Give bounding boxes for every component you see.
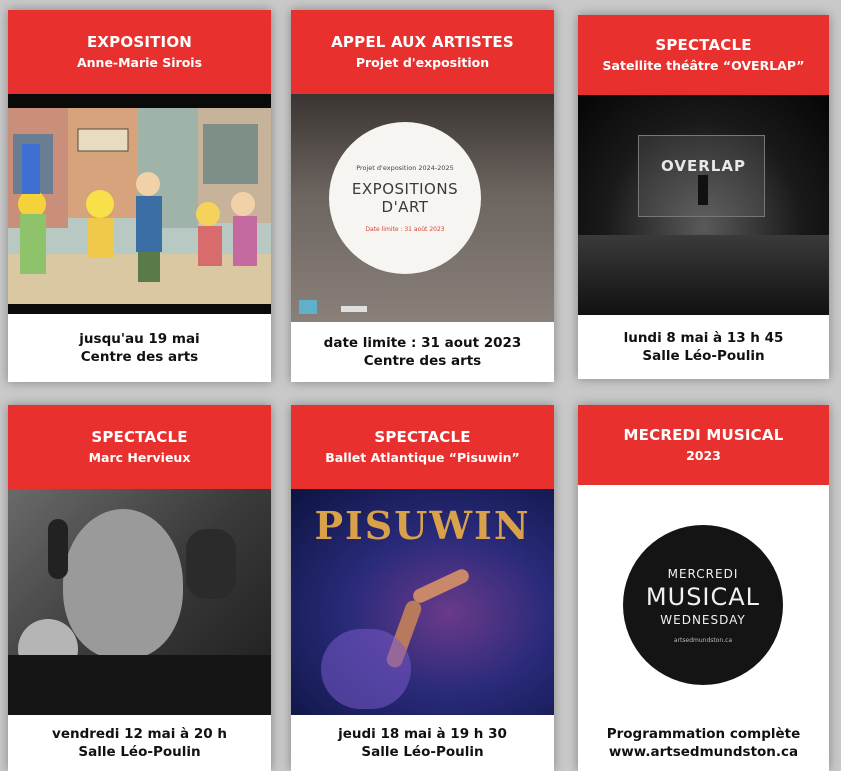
circle-date-text: Date limite : 31 août 2023 — [365, 225, 445, 233]
card-footer: Programmation complète www.artsedmundsto… — [578, 715, 829, 771]
event-card-marc-hervieux[interactable]: SPECTACLE Marc Hervieux vendredi 12 mai … — [8, 405, 271, 771]
event-date: lundi 8 mai à 13 h 45 — [623, 329, 784, 346]
card-subtitle: Anne-Marie Sirois — [76, 54, 203, 70]
card-subtitle: Marc Hervieux — [88, 449, 191, 465]
program-label: Programmation complète — [606, 725, 801, 742]
logo-line-musical: MUSICAL — [645, 582, 761, 611]
microphone-icon — [186, 529, 236, 599]
logo-line-url: artsedmundston.ca — [673, 636, 733, 644]
comic-illustration — [8, 94, 271, 314]
card-header: SPECTACLE Ballet Atlantique “Pisuwin” — [291, 405, 554, 489]
card-subtitle: Projet d'exposition — [355, 54, 490, 70]
event-date: vendredi 12 mai à 20 h — [52, 725, 227, 742]
card-title: MECREDI MUSICAL — [623, 426, 784, 445]
partner-logo-icon — [299, 300, 317, 314]
card-title: SPECTACLE — [374, 428, 471, 447]
event-venue: Centre des arts — [363, 353, 482, 369]
card-footer: jusqu'au 19 mai Centre des arts — [8, 314, 271, 382]
card-subtitle: Ballet Atlantique “Pisuwin” — [325, 449, 520, 465]
singer-jacket — [8, 655, 271, 715]
event-date: date limite : 31 aout 2023 — [323, 334, 522, 351]
card-header: SPECTACLE Satellite théâtre “OVERLAP” — [578, 15, 829, 95]
card-image-ballet[interactable]: PISUWIN — [291, 489, 554, 715]
event-date: jeudi 18 mai à 19 h 30 — [338, 725, 507, 742]
event-date: jusqu'au 19 mai — [79, 330, 200, 347]
circle-title-line2: D'ART — [381, 197, 429, 216]
card-title: SPECTACLE — [655, 36, 752, 55]
event-venue: Salle Léo-Poulin — [78, 744, 201, 760]
event-venue: Centre des arts — [80, 349, 199, 365]
dancer-shadow — [321, 629, 411, 709]
circle-title-line1: EXPOSITIONS — [351, 179, 459, 198]
logo-line-mercredi: MERCREDI — [667, 566, 739, 581]
headphones-icon — [48, 519, 68, 579]
card-header: SPECTACLE Marc Hervieux — [8, 405, 271, 489]
performer-silhouette — [698, 175, 708, 205]
card-title: EXPOSITION — [86, 33, 193, 52]
card-footer: lundi 8 mai à 13 h 45 Salle Léo-Poulin — [578, 315, 829, 379]
stage-floor — [578, 235, 829, 315]
overlap-text: OVERLAP — [661, 157, 746, 175]
card-footer: jeudi 18 mai à 19 h 30 Salle Léo-Poulin — [291, 715, 554, 771]
card-subtitle: 2023 — [686, 447, 721, 463]
website-link[interactable]: www.artsedmundston.ca — [609, 743, 798, 761]
card-header: EXPOSITION Anne-Marie Sirois — [8, 10, 271, 94]
event-venue: Salle Léo-Poulin — [361, 744, 484, 760]
logo-line-wednesday: WEDNESDAY — [660, 612, 746, 627]
circle-small-text: Projet d'exposition 2024-2025 — [356, 163, 454, 172]
card-image-stage[interactable]: OVERLAP — [578, 95, 829, 315]
event-card-exposition[interactable]: EXPOSITION Anne-Marie Sirois jusqu'au 19… — [8, 10, 271, 382]
card-header: APPEL AUX ARTISTES Projet d'exposition — [291, 10, 554, 94]
dancer-figure — [410, 566, 472, 606]
event-card-appel-artistes[interactable]: APPEL AUX ARTISTES Projet d'exposition P… — [291, 10, 554, 382]
card-image-musical-logo[interactable]: MERCREDI MUSICAL WEDNESDAY artsedmundsto… — [578, 485, 829, 715]
event-venue: Salle Léo-Poulin — [642, 348, 765, 364]
partner-logo-icon — [341, 306, 367, 312]
event-card-overlap[interactable]: SPECTACLE Satellite théâtre “OVERLAP” OV… — [578, 15, 829, 379]
card-footer: date limite : 31 aout 2023 Centre des ar… — [291, 322, 554, 382]
exhibition-circle: Projet d'exposition 2024-2025 EXPOSITION… — [329, 122, 481, 274]
event-card-pisuwin[interactable]: SPECTACLE Ballet Atlantique “Pisuwin” PI… — [291, 405, 554, 771]
card-image-gallery[interactable]: Projet d'exposition 2024-2025 EXPOSITION… — [291, 94, 554, 322]
singer-head — [63, 509, 183, 659]
card-image-comic[interactable] — [8, 94, 271, 314]
event-card-mercredi-musical[interactable]: MECREDI MUSICAL 2023 MERCREDI MUSICAL WE… — [578, 405, 829, 771]
events-grid: EXPOSITION Anne-Marie Sirois jusqu'au 19… — [0, 0, 841, 771]
card-subtitle: Satellite théâtre “OVERLAP” — [602, 57, 805, 73]
card-title: SPECTACLE — [91, 428, 188, 447]
card-image-singer[interactable] — [8, 489, 271, 715]
card-title: APPEL AUX ARTISTES — [331, 33, 514, 52]
card-header: MECREDI MUSICAL 2023 — [578, 405, 829, 485]
pisuwin-title: PISUWIN — [314, 503, 531, 548]
mercredi-musical-logo: MERCREDI MUSICAL WEDNESDAY artsedmundsto… — [623, 525, 783, 685]
card-footer: vendredi 12 mai à 20 h Salle Léo-Poulin — [8, 715, 271, 771]
